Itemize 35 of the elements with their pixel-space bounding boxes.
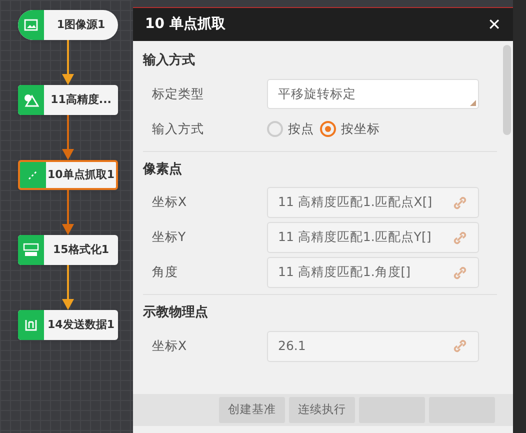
field-label: 标定类型 bbox=[152, 84, 205, 103]
linked-field[interactable]: 11 高精度匹配1.角度[] bbox=[267, 257, 479, 288]
section-title: 输入方式 bbox=[143, 52, 196, 70]
link-icon[interactable] bbox=[452, 230, 468, 246]
field-label: 坐标Y bbox=[152, 228, 187, 246]
linked-field[interactable]: 11 高精度匹配1.匹配点X[] bbox=[267, 187, 479, 218]
link-icon[interactable] bbox=[452, 338, 468, 354]
field-label: 输入方式 bbox=[152, 120, 205, 138]
flow-node[interactable]: 1图像源1 bbox=[18, 10, 118, 40]
send-icon bbox=[24, 318, 38, 332]
flow-node[interactable]: 10单点抓取1 bbox=[18, 160, 118, 190]
link-icon[interactable] bbox=[452, 194, 468, 210]
field-label: 坐标X bbox=[152, 193, 188, 212]
radio-option[interactable]: 按点 bbox=[267, 120, 314, 138]
dialog-title: 10 单点抓取 bbox=[145, 15, 226, 34]
field-label: 坐标X bbox=[152, 336, 188, 355]
shapes-icon bbox=[23, 93, 39, 107]
scrollbar-thumb[interactable] bbox=[503, 45, 511, 135]
dropdown-field[interactable]: 平移旋转标定 bbox=[267, 79, 479, 109]
linked-field[interactable]: 11 高精度匹配1.匹配点Y[] bbox=[267, 222, 479, 253]
format-icon bbox=[23, 243, 39, 257]
link-icon[interactable] bbox=[452, 264, 468, 280]
footer-button[interactable]: 连续执行 bbox=[289, 397, 355, 423]
flow-node[interactable]: 15格式化1 bbox=[18, 235, 118, 265]
close-button[interactable]: ✕ bbox=[488, 12, 501, 36]
line-icon bbox=[27, 169, 39, 181]
field-label: 角度 bbox=[152, 263, 179, 282]
linked-field[interactable]: 26.1 bbox=[267, 330, 479, 362]
flow-node[interactable]: 11高精度... bbox=[18, 85, 118, 115]
radio-option[interactable]: 按坐标 bbox=[320, 120, 380, 138]
footer-button[interactable]: 创建基准 bbox=[219, 397, 285, 423]
flow-node[interactable]: 14发送数据1 bbox=[18, 310, 118, 340]
image-icon bbox=[24, 19, 38, 31]
section-title: 示教物理点 bbox=[143, 304, 209, 322]
section-title: 像素点 bbox=[143, 160, 183, 178]
